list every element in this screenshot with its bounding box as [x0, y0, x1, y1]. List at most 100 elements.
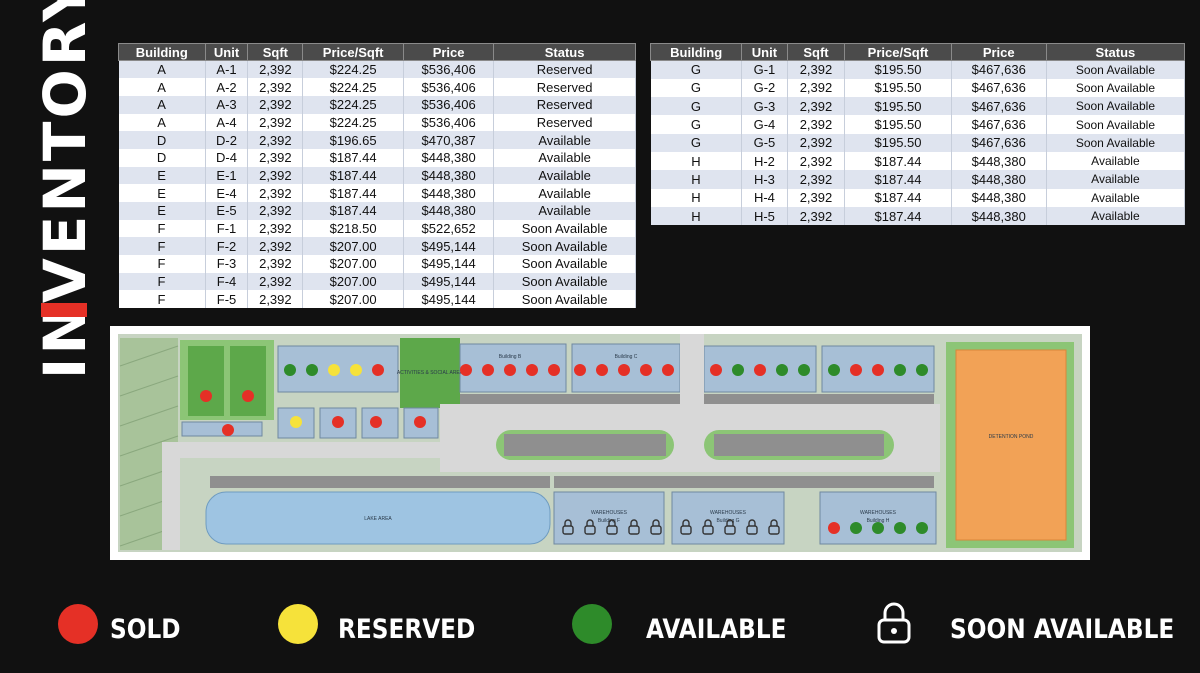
cell-sqft: 2,392: [247, 113, 304, 132]
cell-unit: D-2: [205, 131, 249, 149]
cell-status: Soon Available: [493, 290, 636, 309]
unit-marker: [850, 522, 862, 534]
cell-price: $495,144: [403, 237, 495, 256]
page-title: INVENTORY: [31, 0, 99, 380]
cell-sqft: 2,392: [787, 97, 846, 116]
table-row: A A-3 2,392 $224.25 $536,406 Reserved: [118, 95, 636, 114]
cell-price: $448,380: [951, 206, 1047, 226]
cell-unit: F-4: [205, 272, 249, 291]
cell-unit: A-1: [205, 60, 249, 79]
cell-price: $448,380: [951, 151, 1047, 171]
cell-unit: A-2: [205, 78, 249, 96]
cell-price-per-sqft: $187.44: [844, 151, 952, 171]
cell-building: H: [650, 170, 743, 189]
site-plan-map: Building B Building C ACTIVITIES & SOCIA…: [110, 326, 1090, 560]
cell-status: Soon Available: [1046, 97, 1186, 116]
cell-price-per-sqft: $207.00: [302, 255, 405, 273]
table-row: G G-4 2,392 $195.50 $467,636 Soon Available: [650, 115, 1186, 134]
legend-label-sold: SOLD: [110, 614, 181, 645]
cell-price: $467,636: [951, 133, 1047, 152]
cell-price: $536,406: [403, 95, 495, 114]
unit-marker: [504, 364, 516, 376]
cell-sqft: 2,392: [247, 131, 304, 149]
cell-building: E: [118, 202, 206, 220]
cell-price-per-sqft: $207.00: [302, 290, 405, 309]
legend-label-available: AVAILABLE: [646, 614, 787, 645]
table-row: H H-5 2,392 $187.44 $448,380 Available: [650, 206, 1186, 226]
unit-marker: [596, 364, 608, 376]
cell-status: Available: [493, 166, 636, 185]
cell-price-per-sqft: $196.65: [302, 131, 405, 149]
column-header-status: Status: [1045, 43, 1186, 61]
table-row: H H-4 2,392 $187.44 $448,380 Available: [650, 188, 1186, 207]
column-header-sqft: Sqft: [247, 43, 304, 61]
unit-marker: [640, 364, 652, 376]
cell-price: $448,380: [403, 184, 495, 202]
cell-price-per-sqft: $187.44: [302, 202, 405, 220]
cell-price-per-sqft: $224.25: [302, 78, 405, 96]
cell-sqft: 2,392: [247, 255, 304, 273]
cell-price-per-sqft: $187.44: [844, 188, 952, 207]
cell-sqft: 2,392: [247, 272, 304, 291]
unit-marker: [872, 364, 884, 376]
column-header-building: Building: [649, 43, 743, 61]
cell-building: G: [650, 133, 743, 152]
unit-marker: [332, 416, 344, 428]
cell-sqft: 2,392: [787, 206, 846, 226]
cell-status: Soon Available: [1046, 60, 1186, 79]
cell-building: G: [650, 60, 743, 79]
cell-status: Available: [493, 184, 636, 202]
cell-sqft: 2,392: [247, 184, 304, 202]
cell-unit: H-2: [741, 151, 788, 171]
unit-marker: [460, 364, 472, 376]
unit-marker: [710, 364, 722, 376]
unit-marker: [828, 522, 840, 534]
padlock-icon: [877, 602, 911, 644]
unit-marker: [662, 364, 674, 376]
cell-unit: A-3: [205, 95, 249, 114]
cell-unit: F-3: [205, 255, 249, 273]
cell-price: $522,652: [403, 219, 495, 238]
table-row: D D-2 2,392 $196.65 $470,387 Available: [118, 131, 636, 149]
cell-price-per-sqft: $218.50: [302, 219, 405, 238]
cell-sqft: 2,392: [787, 170, 846, 189]
table-row: E E-4 2,392 $187.44 $448,380 Available: [118, 184, 636, 202]
cell-price: $448,380: [403, 148, 495, 167]
cell-status: Soon Available: [1046, 115, 1186, 134]
cell-price: $470,387: [403, 131, 495, 149]
table-row: A A-1 2,392 $224.25 $536,406 Reserved: [118, 60, 636, 79]
unit-marker: [482, 364, 494, 376]
cell-unit: G-3: [741, 97, 788, 116]
cell-unit: G-5: [741, 133, 788, 152]
column-header-status: Status: [493, 43, 636, 61]
table-row: F F-2 2,392 $207.00 $495,144 Soon Available: [118, 237, 636, 256]
cell-price-per-sqft: $195.50: [844, 78, 952, 98]
table-row: H H-3 2,392 $187.44 $448,380 Available: [650, 170, 1186, 189]
unit-marker: [372, 364, 384, 376]
cell-building: F: [118, 237, 206, 256]
unit-marker: [872, 522, 884, 534]
cell-building: D: [118, 131, 206, 149]
unit-marker: [222, 424, 234, 436]
cell-price-per-sqft: $224.25: [302, 60, 405, 79]
cell-status: Available: [1046, 170, 1186, 189]
cell-building: H: [650, 151, 743, 171]
unit-marker: [828, 364, 840, 376]
cell-price: $536,406: [403, 113, 495, 132]
cell-price-per-sqft: $195.50: [844, 115, 952, 134]
cell-status: Available: [1046, 188, 1186, 207]
column-header-price: Price: [403, 43, 495, 61]
cell-sqft: 2,392: [247, 219, 304, 238]
cell-price: $467,636: [951, 115, 1047, 134]
cell-price-per-sqft: $187.44: [302, 166, 405, 185]
cell-sqft: 2,392: [247, 202, 304, 220]
cell-building: A: [118, 78, 206, 96]
table-row: E E-5 2,392 $187.44 $448,380 Available: [118, 202, 636, 220]
cell-unit: E-4: [205, 184, 249, 202]
cell-price-per-sqft: $207.00: [302, 272, 405, 291]
site-plan: Building B Building C ACTIVITIES & SOCIA…: [110, 326, 1090, 560]
cell-sqft: 2,392: [247, 148, 304, 167]
cell-status: Reserved: [493, 95, 636, 114]
cell-status: Soon Available: [493, 272, 636, 291]
unit-marker: [328, 364, 340, 376]
